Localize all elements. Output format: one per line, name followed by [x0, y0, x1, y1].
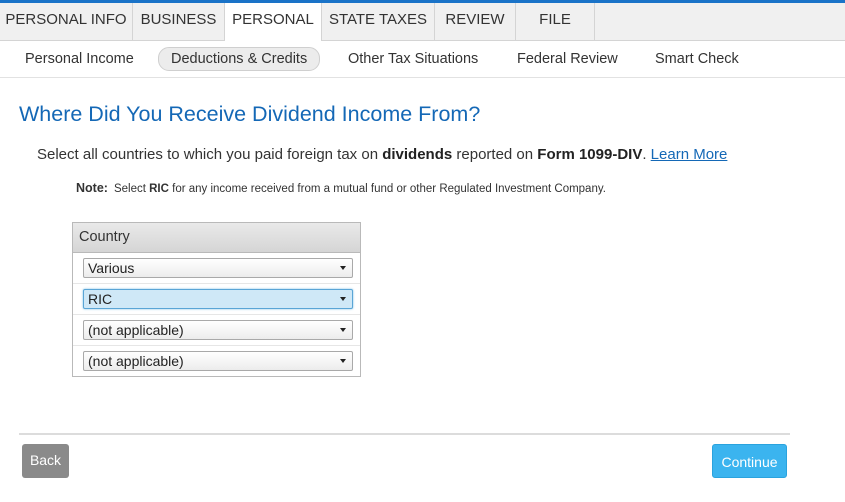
dropdown-arrow-icon: [340, 328, 346, 332]
country-select-value: Various: [88, 260, 135, 276]
instruction-dividends: dividends: [382, 146, 453, 163]
note-part-2: for any income received from a mutual fu…: [168, 183, 606, 195]
subtab-smart-check[interactable]: Smart Check: [655, 49, 739, 69]
tab-review[interactable]: REVIEW: [435, 3, 516, 40]
dropdown-arrow-icon: [340, 297, 346, 301]
subtab-federal-review[interactable]: Federal Review: [517, 49, 618, 69]
instruction-part-1: Select all countries to which you paid f…: [37, 146, 383, 163]
dropdown-arrow-icon: [340, 359, 346, 363]
country-header: Country: [73, 223, 360, 253]
table-row: RIC: [73, 284, 360, 315]
tab-file[interactable]: FILE: [516, 3, 595, 40]
country-select-value: (not applicable): [88, 322, 184, 338]
tab-personal-info[interactable]: PERSONAL INFO: [0, 3, 133, 40]
tab-business[interactable]: BUSINESS: [133, 3, 225, 40]
country-select-value: RIC: [88, 291, 113, 307]
subtab-deductions-credits[interactable]: Deductions & Credits: [158, 47, 321, 71]
subtab-other-tax-situations[interactable]: Other Tax Situations: [348, 49, 478, 69]
instruction-text: Select all countries to which you paid f…: [37, 146, 727, 163]
back-button[interactable]: Back: [22, 444, 69, 478]
learn-more-link[interactable]: Learn More: [651, 146, 728, 163]
note-text: Note: Select RIC for any income received …: [76, 181, 606, 195]
table-row: (not applicable): [73, 346, 360, 377]
subtab-personal-income[interactable]: Personal Income: [25, 49, 134, 69]
dropdown-arrow-icon: [340, 266, 346, 270]
country-select-value: (not applicable): [88, 353, 184, 369]
tab-state-taxes[interactable]: STATE TAXES: [322, 3, 435, 40]
instruction-form: Form 1099-DIV: [537, 146, 643, 163]
continue-button[interactable]: Continue: [712, 444, 787, 478]
instruction-part-2: reported on: [452, 146, 538, 163]
note-part-1: Select: [113, 183, 150, 195]
main-nav-tabs: PERSONAL INFO BUSINESS PERSONAL STATE TA…: [0, 3, 845, 41]
table-row: (not applicable): [73, 315, 360, 346]
country-select-2[interactable]: RIC: [83, 289, 353, 309]
note-ric: RIC: [149, 183, 169, 195]
country-select-4[interactable]: (not applicable): [83, 351, 353, 371]
note-label: Note:: [76, 181, 108, 195]
table-row: Various: [73, 253, 360, 284]
sub-nav-tabs: Personal Income Deductions & Credits Oth…: [0, 41, 845, 78]
country-select-1[interactable]: Various: [83, 258, 353, 278]
footer-divider: [19, 433, 790, 435]
instruction-part-3: .: [642, 146, 651, 163]
page-title: Where Did You Receive Dividend Income Fr…: [19, 102, 481, 126]
tab-personal[interactable]: PERSONAL: [225, 3, 322, 41]
country-table: Country Various RIC (not applicable) (no…: [72, 222, 361, 377]
country-select-3[interactable]: (not applicable): [83, 320, 353, 340]
